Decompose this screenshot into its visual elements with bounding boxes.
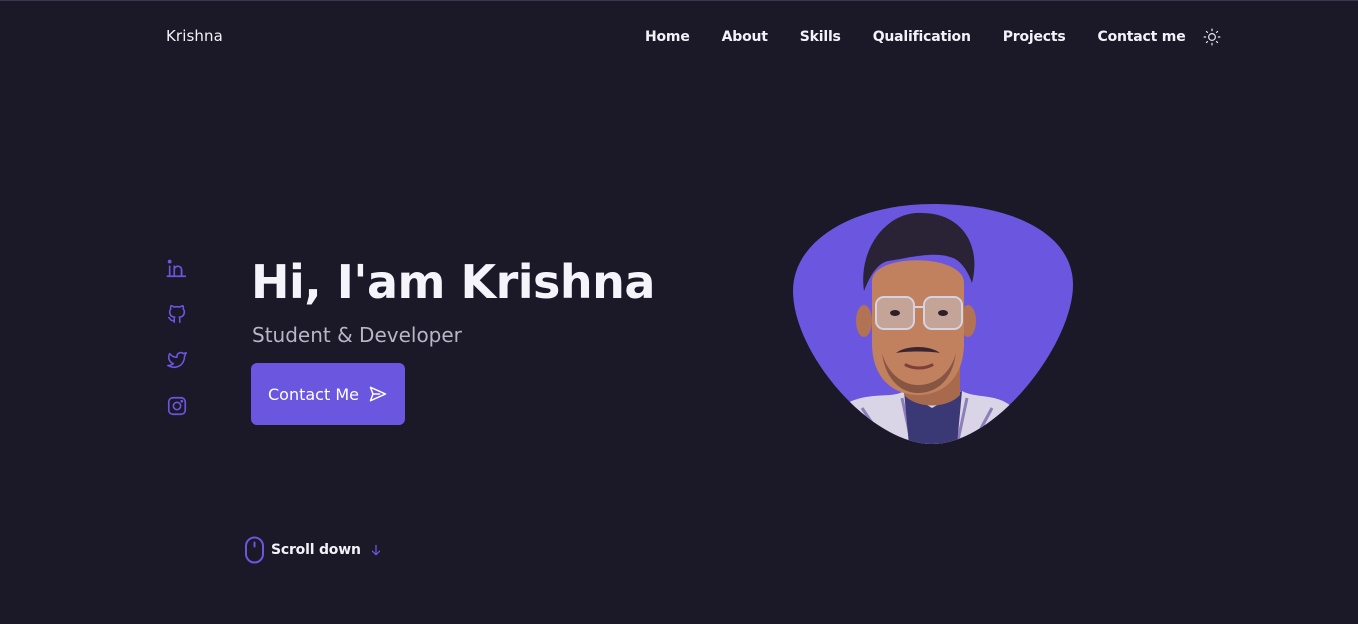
send-icon [369,386,387,402]
mouse-icon [245,536,264,564]
hero-title: Hi, I'am Krishna [251,255,655,309]
nav-item-home[interactable]: Home [645,29,690,45]
github-link[interactable] [166,303,188,325]
hero-subtitle: Student & Developer [252,323,462,347]
home-page: Krishna Home About Skills Qualification … [0,0,1358,624]
profile-avatar [793,204,1073,444]
scroll-down-link[interactable]: Scroll down [244,536,383,564]
instagram-link[interactable] [166,395,188,417]
linkedin-link[interactable] [166,257,188,279]
nav-item-skills[interactable]: Skills [800,29,841,45]
contact-me-label: Contact Me [268,384,359,404]
social-links [166,257,188,441]
linkedin-icon [166,259,187,278]
contact-me-button[interactable]: Contact Me [251,363,405,425]
instagram-icon [167,396,187,416]
nav-item-projects[interactable]: Projects [1003,29,1066,45]
github-icon [167,305,186,324]
nav-item-about[interactable]: About [722,29,768,45]
main-nav: Home About Skills Qualification Projects… [645,27,1222,47]
arrow-down-icon [371,544,380,556]
nav-item-qualification[interactable]: Qualification [873,29,971,45]
brand-logo[interactable]: Krishna [166,27,223,45]
sun-icon [1203,28,1220,46]
scroll-down-label: Scroll down [271,542,361,558]
twitter-icon [167,351,187,369]
theme-toggle-button[interactable] [1202,27,1222,47]
twitter-link[interactable] [166,349,188,371]
nav-item-contact[interactable]: Contact me [1098,29,1186,45]
